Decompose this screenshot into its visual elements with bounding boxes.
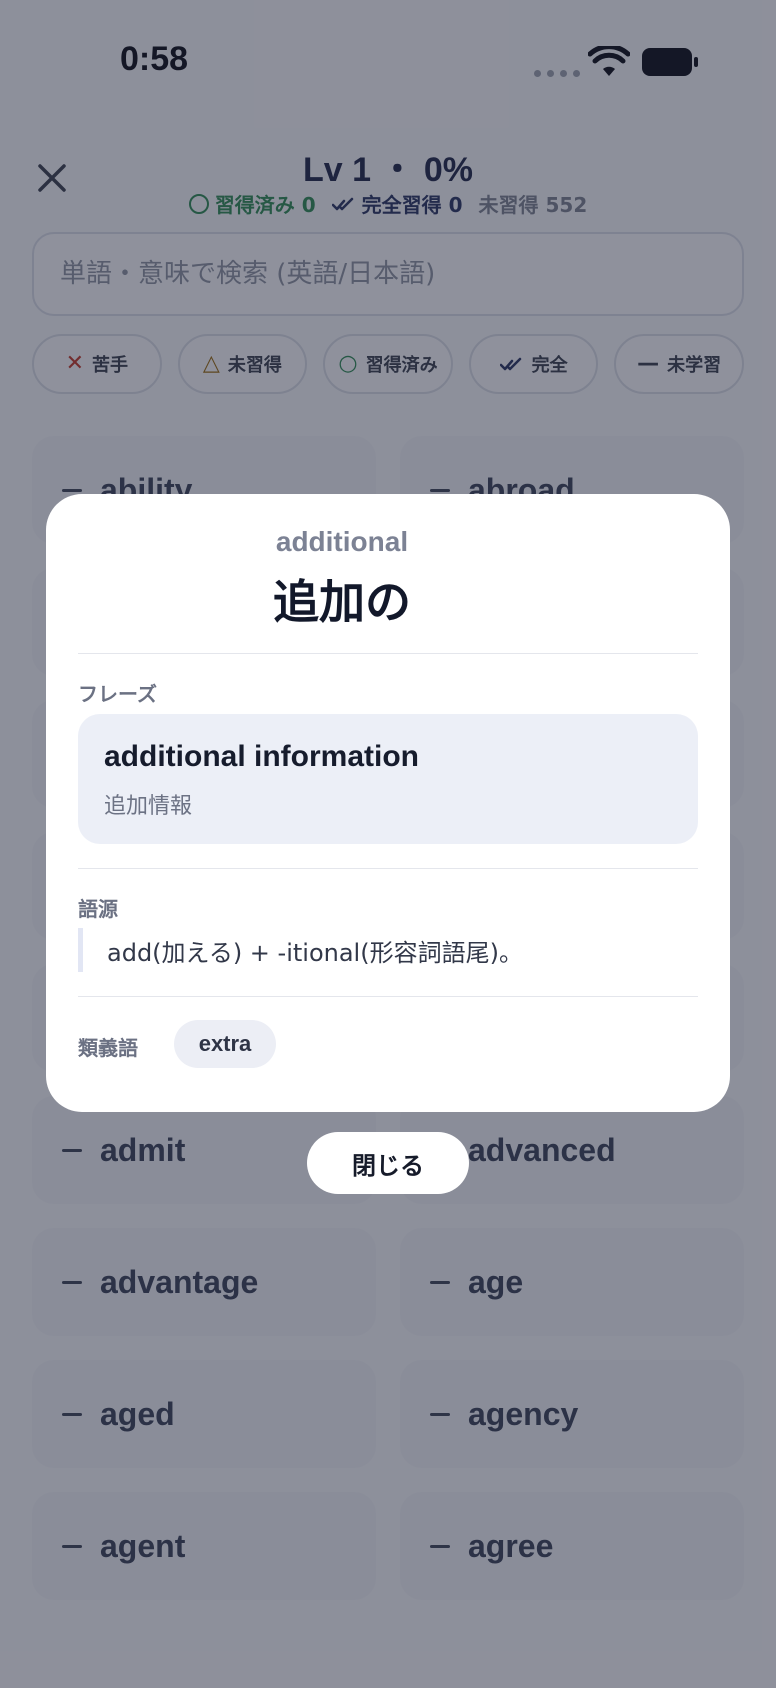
phrase-english: additional information [104, 740, 419, 773]
synonym-chip[interactable]: extra [174, 1020, 276, 1068]
divider [78, 653, 698, 654]
divider [78, 868, 698, 869]
phrase-japanese: 追加情報 [104, 794, 193, 819]
close-button[interactable]: 閉じる [307, 1132, 469, 1194]
etymology-text: add(加える) + -itional(形容詞語尾)。 [78, 928, 698, 972]
phrase-box: additional information 追加情報 [78, 714, 698, 844]
divider [78, 996, 698, 997]
modal-meaning: 追加の [273, 575, 411, 629]
synonyms-label: 類義語 [78, 1036, 138, 1060]
phrase-label: フレーズ [78, 682, 157, 706]
etymology-label: 語源 [78, 897, 118, 921]
modal-word: additional [275, 526, 409, 557]
